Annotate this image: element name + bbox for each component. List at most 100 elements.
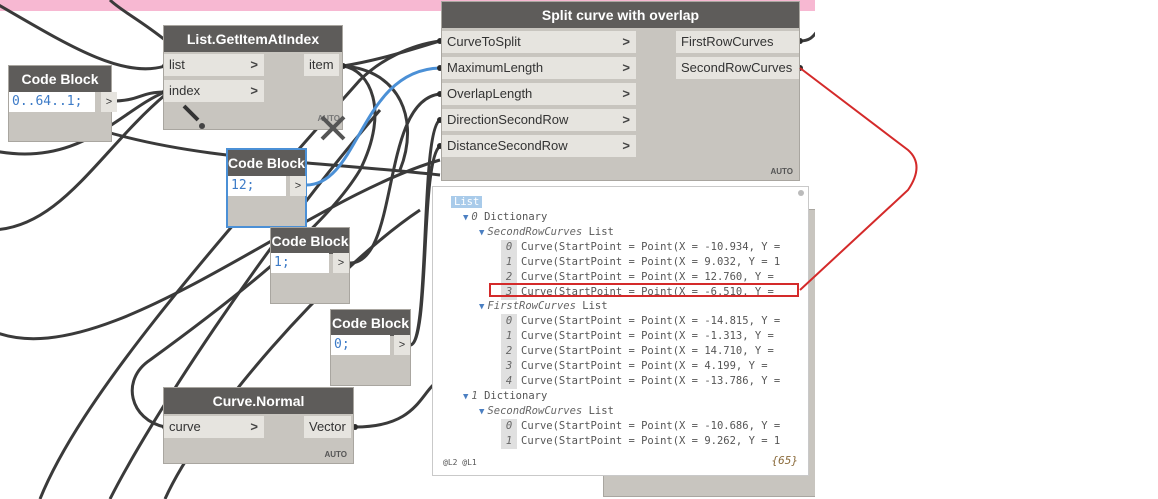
input-port-distancesecondrow[interactable]: DistanceSecondRow > xyxy=(442,135,636,157)
chevron-right-icon: > xyxy=(250,419,258,434)
wire xyxy=(0,4,166,71)
dictionary-row: ▼ 1 Dictionary xyxy=(463,389,803,404)
node-title: Split curve with overlap xyxy=(442,2,799,28)
graph-canvas[interactable]: List.GetItemAtIndex list > index > item AU… xyxy=(0,0,815,499)
input-port-overlaplength[interactable]: OverlapLength > xyxy=(442,83,636,105)
chevron-right-icon: > xyxy=(250,57,258,72)
item-index: 1 xyxy=(501,433,517,449)
item-index: 0 xyxy=(501,239,517,255)
port-label: OverlapLength xyxy=(447,86,533,101)
scroll-handle-icon[interactable] xyxy=(798,190,804,196)
item-value: Curve(StartPoint = Point(X = 9.032, Y = … xyxy=(521,255,781,268)
chevron-right-icon: > xyxy=(622,86,630,101)
item-value: Curve(StartPoint = Point(X = -14.815, Y … xyxy=(521,315,781,328)
type-label: List xyxy=(582,300,608,313)
input-port-curvetosplit[interactable]: CurveToSplit > xyxy=(442,31,636,53)
wire xyxy=(354,378,441,429)
item-index: 0 xyxy=(501,314,517,330)
group-index: 1 xyxy=(471,389,485,402)
item-index: 2 xyxy=(501,269,517,285)
node-code-block-selected[interactable]: Code Block 12; > xyxy=(228,150,306,226)
root-label: List xyxy=(451,196,483,208)
dictionary-row: ▼ 0 Dictionary xyxy=(463,210,803,225)
item-value: Curve(StartPoint = Point(X = 12.760, Y = xyxy=(521,270,774,283)
node-list-getitematindex[interactable]: List.GetItemAtIndex list > index > item AU… xyxy=(164,26,346,141)
node-title: Code Block xyxy=(331,310,410,336)
port-label: index xyxy=(169,83,201,98)
collapse-icon[interactable]: ▼ xyxy=(479,228,484,238)
input-port-directionsecondrow[interactable]: DirectionSecondRow > xyxy=(442,109,636,131)
output-port-firstrowcurves[interactable]: FirstRowCurves xyxy=(676,31,799,53)
item-value: Curve(StartPoint = Point(X = -13.786, Y … xyxy=(521,374,781,387)
item-value: Curve(StartPoint = Point(X = 14.710, Y = xyxy=(521,345,774,358)
list-item: 3 Curve(StartPoint = Point(X = -6.510, Y … xyxy=(501,284,803,300)
code-editor[interactable]: 1; xyxy=(271,253,329,273)
node-title: List.GetItemAtIndex xyxy=(164,26,342,52)
output-port[interactable]: > xyxy=(333,253,349,273)
item-value: Curve(StartPoint = Point(X = -1.313, Y = xyxy=(521,330,774,343)
key-row: ▼ SecondRowCurves List xyxy=(479,225,803,240)
list-item: 0 Curve(StartPoint = Point(X = -10.686, Y… xyxy=(501,418,803,434)
code-editor[interactable]: 0..64..1; xyxy=(9,92,95,112)
input-port-index[interactable]: index > xyxy=(164,80,264,102)
wire xyxy=(342,39,441,68)
list-item: 3 Curve(StartPoint = Point(X = 4.199, Y = xyxy=(501,359,803,374)
type-label: List xyxy=(588,404,614,417)
item-index: 3 xyxy=(501,359,517,374)
port-label: DistanceSecondRow xyxy=(447,138,568,153)
output-port-vector[interactable]: Vector xyxy=(304,416,351,438)
port-label: curve xyxy=(169,419,201,434)
item-value: Curve(StartPoint = Point(X = -10.934, Y … xyxy=(521,240,781,253)
port-label: list xyxy=(169,57,185,72)
port-label: CurveToSplit xyxy=(447,34,521,49)
code-editor[interactable]: 0; xyxy=(331,335,390,355)
collapse-icon[interactable]: ▼ xyxy=(463,392,468,402)
item-index: 1 xyxy=(501,329,517,345)
output-port[interactable]: > xyxy=(290,176,306,196)
collapse-icon[interactable]: ▼ xyxy=(479,302,484,312)
output-port-item[interactable]: item xyxy=(304,54,339,76)
group-label: Dictionary xyxy=(484,211,548,223)
levels-label: @L2 @L1 xyxy=(443,458,477,467)
close-icon xyxy=(320,115,346,141)
node-title: Code Block xyxy=(228,150,305,176)
annotation-line xyxy=(799,67,918,291)
item-index: 3 xyxy=(501,284,517,300)
port-label: DirectionSecondRow xyxy=(447,112,569,127)
input-port-curve[interactable]: curve > xyxy=(164,416,264,438)
dict-key: FirstRowCurves xyxy=(487,300,576,313)
output-port[interactable]: > xyxy=(101,92,117,112)
node-split-curve-with-overlap[interactable]: Split curve with overlap CurveToSplit > M… xyxy=(442,2,799,180)
chevron-right-icon: > xyxy=(622,138,630,153)
list-item: 0 Curve(StartPoint = Point(X = -14.815, Y… xyxy=(501,314,803,330)
preview-bubble[interactable]: List ▼ 0 Dictionary ▼ SecondRowCurves List 0… xyxy=(432,186,809,476)
eyedropper-icon xyxy=(182,104,205,129)
key-row: ▼ SecondRowCurves List xyxy=(479,404,803,419)
dict-key: SecondRowCurves xyxy=(487,225,583,238)
chevron-right-icon: > xyxy=(622,34,630,49)
input-port-maximumlength[interactable]: MaximumLength > xyxy=(442,57,636,79)
chevron-right-icon: > xyxy=(622,112,630,127)
preview-root: List xyxy=(451,195,483,210)
type-label: List xyxy=(588,225,614,238)
output-port-secondrowcurves[interactable]: SecondRowCurves xyxy=(676,57,799,79)
collapse-icon[interactable]: ▼ xyxy=(463,213,468,223)
chevron-right-icon: > xyxy=(622,60,630,75)
node-title: Code Block xyxy=(9,66,111,92)
list-item: 2 Curve(StartPoint = Point(X = 12.760, Y … xyxy=(501,269,803,285)
key-row: ▼ FirstRowCurves List xyxy=(479,299,803,314)
list-item: 4 Curve(StartPoint = Point(X = -13.786, Y… xyxy=(501,373,803,389)
node-code-block[interactable]: Code Block 0..64..1; > xyxy=(9,66,117,141)
node-title: Curve.Normal xyxy=(164,388,353,414)
wire xyxy=(108,0,166,42)
node-code-block[interactable]: Code Block 1; > xyxy=(271,228,349,303)
code-editor[interactable]: 12; xyxy=(228,176,286,196)
node-curve-normal[interactable]: Curve.Normal curve > Vector AUTO xyxy=(164,388,353,463)
collapse-icon[interactable]: ▼ xyxy=(479,407,484,417)
output-port[interactable]: > xyxy=(394,335,410,355)
lacing-label: AUTO xyxy=(324,450,347,459)
node-code-block[interactable]: Code Block 0; > xyxy=(331,310,410,385)
input-port-list[interactable]: list > xyxy=(164,54,264,76)
list-item: 0 Curve(StartPoint = Point(X = -10.934, Y… xyxy=(501,239,803,255)
item-count: {65} xyxy=(771,454,799,467)
